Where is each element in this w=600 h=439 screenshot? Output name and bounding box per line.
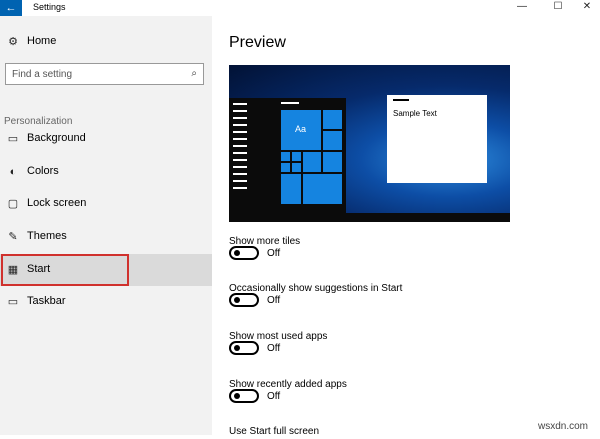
sidebar-item-label: Lock screen: [27, 197, 87, 209]
preview-menu-line: [233, 166, 247, 168]
back-arrow-icon: ←: [5, 2, 17, 14]
palette-icon: ◐: [9, 166, 17, 178]
search-input[interactable]: Find a setting ⌕: [5, 63, 204, 85]
setting-recently-added-apps: Show recently added apps Off: [229, 374, 347, 403]
selection-highlight: [1, 254, 129, 286]
setting-most-used-apps: Show most used apps Off: [229, 326, 327, 355]
sidebar-item-colors[interactable]: ◐ Colors: [0, 156, 212, 188]
minimize-button[interactable]: —: [507, 0, 537, 16]
taskbar-icon: ▭: [7, 296, 19, 308]
sidebar-item-home[interactable]: ⚙ Home: [0, 26, 212, 58]
sidebar-item-label: Taskbar: [27, 295, 66, 307]
sidebar-item-taskbar[interactable]: ▭ Taskbar: [0, 286, 212, 318]
preview-tile: [292, 163, 301, 172]
toggle-state: Off: [267, 295, 281, 306]
sidebar-item-label: Themes: [27, 230, 67, 242]
start-preview: Aa Sample Text: [229, 65, 510, 222]
themes-icon: ✎: [8, 231, 18, 243]
sidebar-item-label: Colors: [27, 165, 59, 177]
preview-menu-line: [233, 110, 247, 112]
setting-label: Occasionally show suggestions in Start: [229, 283, 403, 294]
toggle-knob: [234, 345, 240, 351]
preview-menu-line: [233, 124, 247, 126]
preview-menu-line: [233, 152, 247, 154]
preview-tile: [303, 152, 321, 172]
show-more-tiles-toggle[interactable]: [229, 246, 259, 260]
preview-tile: [323, 152, 342, 172]
setting-show-more-tiles: Show more tiles Off: [229, 231, 300, 260]
watermark: wsxdn.com: [537, 421, 588, 432]
lock-screen-icon: ▢: [7, 198, 19, 210]
preview-window: Sample Text: [387, 95, 487, 183]
recently-added-apps-toggle[interactable]: [229, 389, 259, 403]
preview-tile: [292, 152, 301, 161]
toggle-state: Off: [267, 343, 281, 354]
window-title: Settings: [33, 2, 66, 12]
toggle-knob: [234, 250, 240, 256]
toggle-knob: [234, 297, 240, 303]
close-icon: ✕: [582, 1, 592, 12]
maximize-button[interactable]: ☐: [543, 0, 573, 16]
preview-taskbar: [229, 213, 510, 222]
main-panel: Preview Aa Sample Text Show more tiles O…: [212, 16, 600, 437]
preview-menu-line: [233, 159, 247, 161]
preview-menu-line: [233, 187, 247, 189]
search-icon[interactable]: ⌕: [191, 68, 197, 79]
preview-menu-line: [281, 102, 299, 104]
setting-label: Use Start full screen: [229, 426, 320, 437]
preview-menu-line: [233, 180, 247, 182]
preview-menu-line: [233, 103, 247, 105]
most-used-apps-toggle[interactable]: [229, 341, 259, 355]
preview-tile: [281, 174, 301, 204]
preview-tile: [323, 110, 342, 129]
title-bar: ← Settings — ☐ ✕: [0, 0, 600, 16]
preview-menu-line: [233, 131, 247, 133]
close-button[interactable]: ✕: [572, 0, 600, 16]
preview-tile: [281, 163, 290, 172]
preview-tile: [281, 152, 290, 161]
preview-tile: [323, 131, 342, 150]
preview-tile: [303, 174, 342, 204]
preview-start-menu: Aa: [229, 98, 346, 213]
maximize-icon: ☐: [553, 1, 563, 12]
toggle-knob: [234, 393, 240, 399]
gear-icon: ⚙: [8, 36, 18, 48]
sidebar: ⚙ Home Find a setting ⌕ Personalization …: [0, 16, 212, 435]
sidebar-item-lock-screen[interactable]: ▢ Lock screen: [0, 188, 212, 220]
sidebar-item-label: Home: [27, 35, 57, 47]
back-button[interactable]: ←: [0, 0, 22, 16]
sidebar-item-label: Background: [27, 132, 86, 144]
toggle-state: Off: [267, 248, 281, 259]
preview-tile-text: Aa: [295, 124, 307, 134]
preview-menu-line: [233, 145, 247, 147]
minimize-icon: —: [517, 1, 527, 12]
preview-menu-line: [233, 173, 247, 175]
page-title: Preview: [229, 34, 286, 51]
suggestions-toggle[interactable]: [229, 293, 259, 307]
preview-tile-large: Aa: [281, 110, 321, 150]
preview-menu-line: [233, 138, 247, 140]
preview-menu-line: [233, 117, 247, 119]
sidebar-item-themes[interactable]: ✎ Themes: [0, 221, 212, 253]
sidebar-item-background[interactable]: ▭ Background: [0, 123, 212, 155]
preview-window-line: [393, 99, 409, 101]
setting-suggestions: Occasionally show suggestions in Start O…: [229, 278, 403, 307]
search-placeholder: Find a setting: [12, 69, 73, 80]
background-icon: ▭: [7, 133, 19, 145]
setting-full-screen: Use Start full screen: [229, 421, 319, 439]
toggle-state: Off: [267, 391, 281, 402]
preview-sample-text: Sample Text: [393, 109, 437, 118]
